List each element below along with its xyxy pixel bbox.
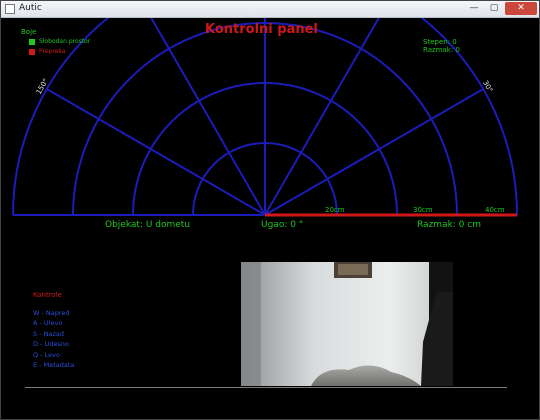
camera-feed (241, 262, 453, 386)
distance-status: Razmak: 0 cm (417, 220, 481, 230)
legend-label-obstacle: Prepreka (39, 48, 66, 55)
legend-swatch-obstacle (29, 49, 35, 55)
radar-spoke-60 (264, 18, 380, 216)
window-title: Autic (19, 3, 42, 13)
app-window: Autic — ▢ ✕ 30°60°90°120°150° 20cm30cm40… (0, 0, 540, 420)
distance-labels: 20cm 30cm 40cm (325, 206, 505, 214)
legend-label-free: Slobodan prostor (39, 38, 91, 45)
maximize-button[interactable]: ▢ (485, 2, 503, 15)
legend-title: Boje (21, 28, 37, 36)
distance-label: 20cm (325, 206, 345, 214)
radar-spoke-120 (150, 18, 266, 216)
distance-label: 40cm (485, 206, 505, 214)
camera-image (241, 262, 453, 386)
control-panel-canvas: 30°60°90°120°150° 20cm30cm40cm Kontrolni… (3, 18, 537, 417)
distance-readout: Razmak: 0 (423, 46, 460, 54)
title-bar[interactable]: Autic — ▢ ✕ (1, 1, 539, 18)
angle-status: Ugao: 0 ° (261, 220, 304, 230)
distance-label: 30cm (413, 206, 433, 214)
control-key-item: A - Ulevo (33, 319, 63, 328)
controls-title: Kontrole (33, 291, 62, 299)
angle-label-30: 30° (481, 79, 494, 94)
close-button[interactable]: ✕ (505, 2, 537, 15)
control-key-item: Q - Levo (33, 350, 60, 359)
legend-swatch-free (29, 39, 35, 45)
control-key-item: S - Nazad (33, 329, 64, 338)
control-key-item: W - Napred (33, 309, 70, 317)
radar-spoke-150 (46, 88, 266, 216)
app-icon (5, 4, 15, 14)
page-title: Kontrolni panel (205, 22, 318, 37)
controls-list: W - Napred A - Ulevo S - Nazad D - Udesno Q … (33, 308, 74, 370)
radar-spoke-30 (264, 88, 484, 216)
divider-line (25, 387, 507, 388)
control-key-item: D - Udesno (33, 340, 69, 349)
control-key-item: E - Metadata (33, 361, 75, 370)
minimize-button[interactable]: — (465, 2, 483, 15)
angle-readout: Stepen: 0 (423, 38, 457, 46)
object-status: Objekat: U dometu (105, 220, 191, 230)
